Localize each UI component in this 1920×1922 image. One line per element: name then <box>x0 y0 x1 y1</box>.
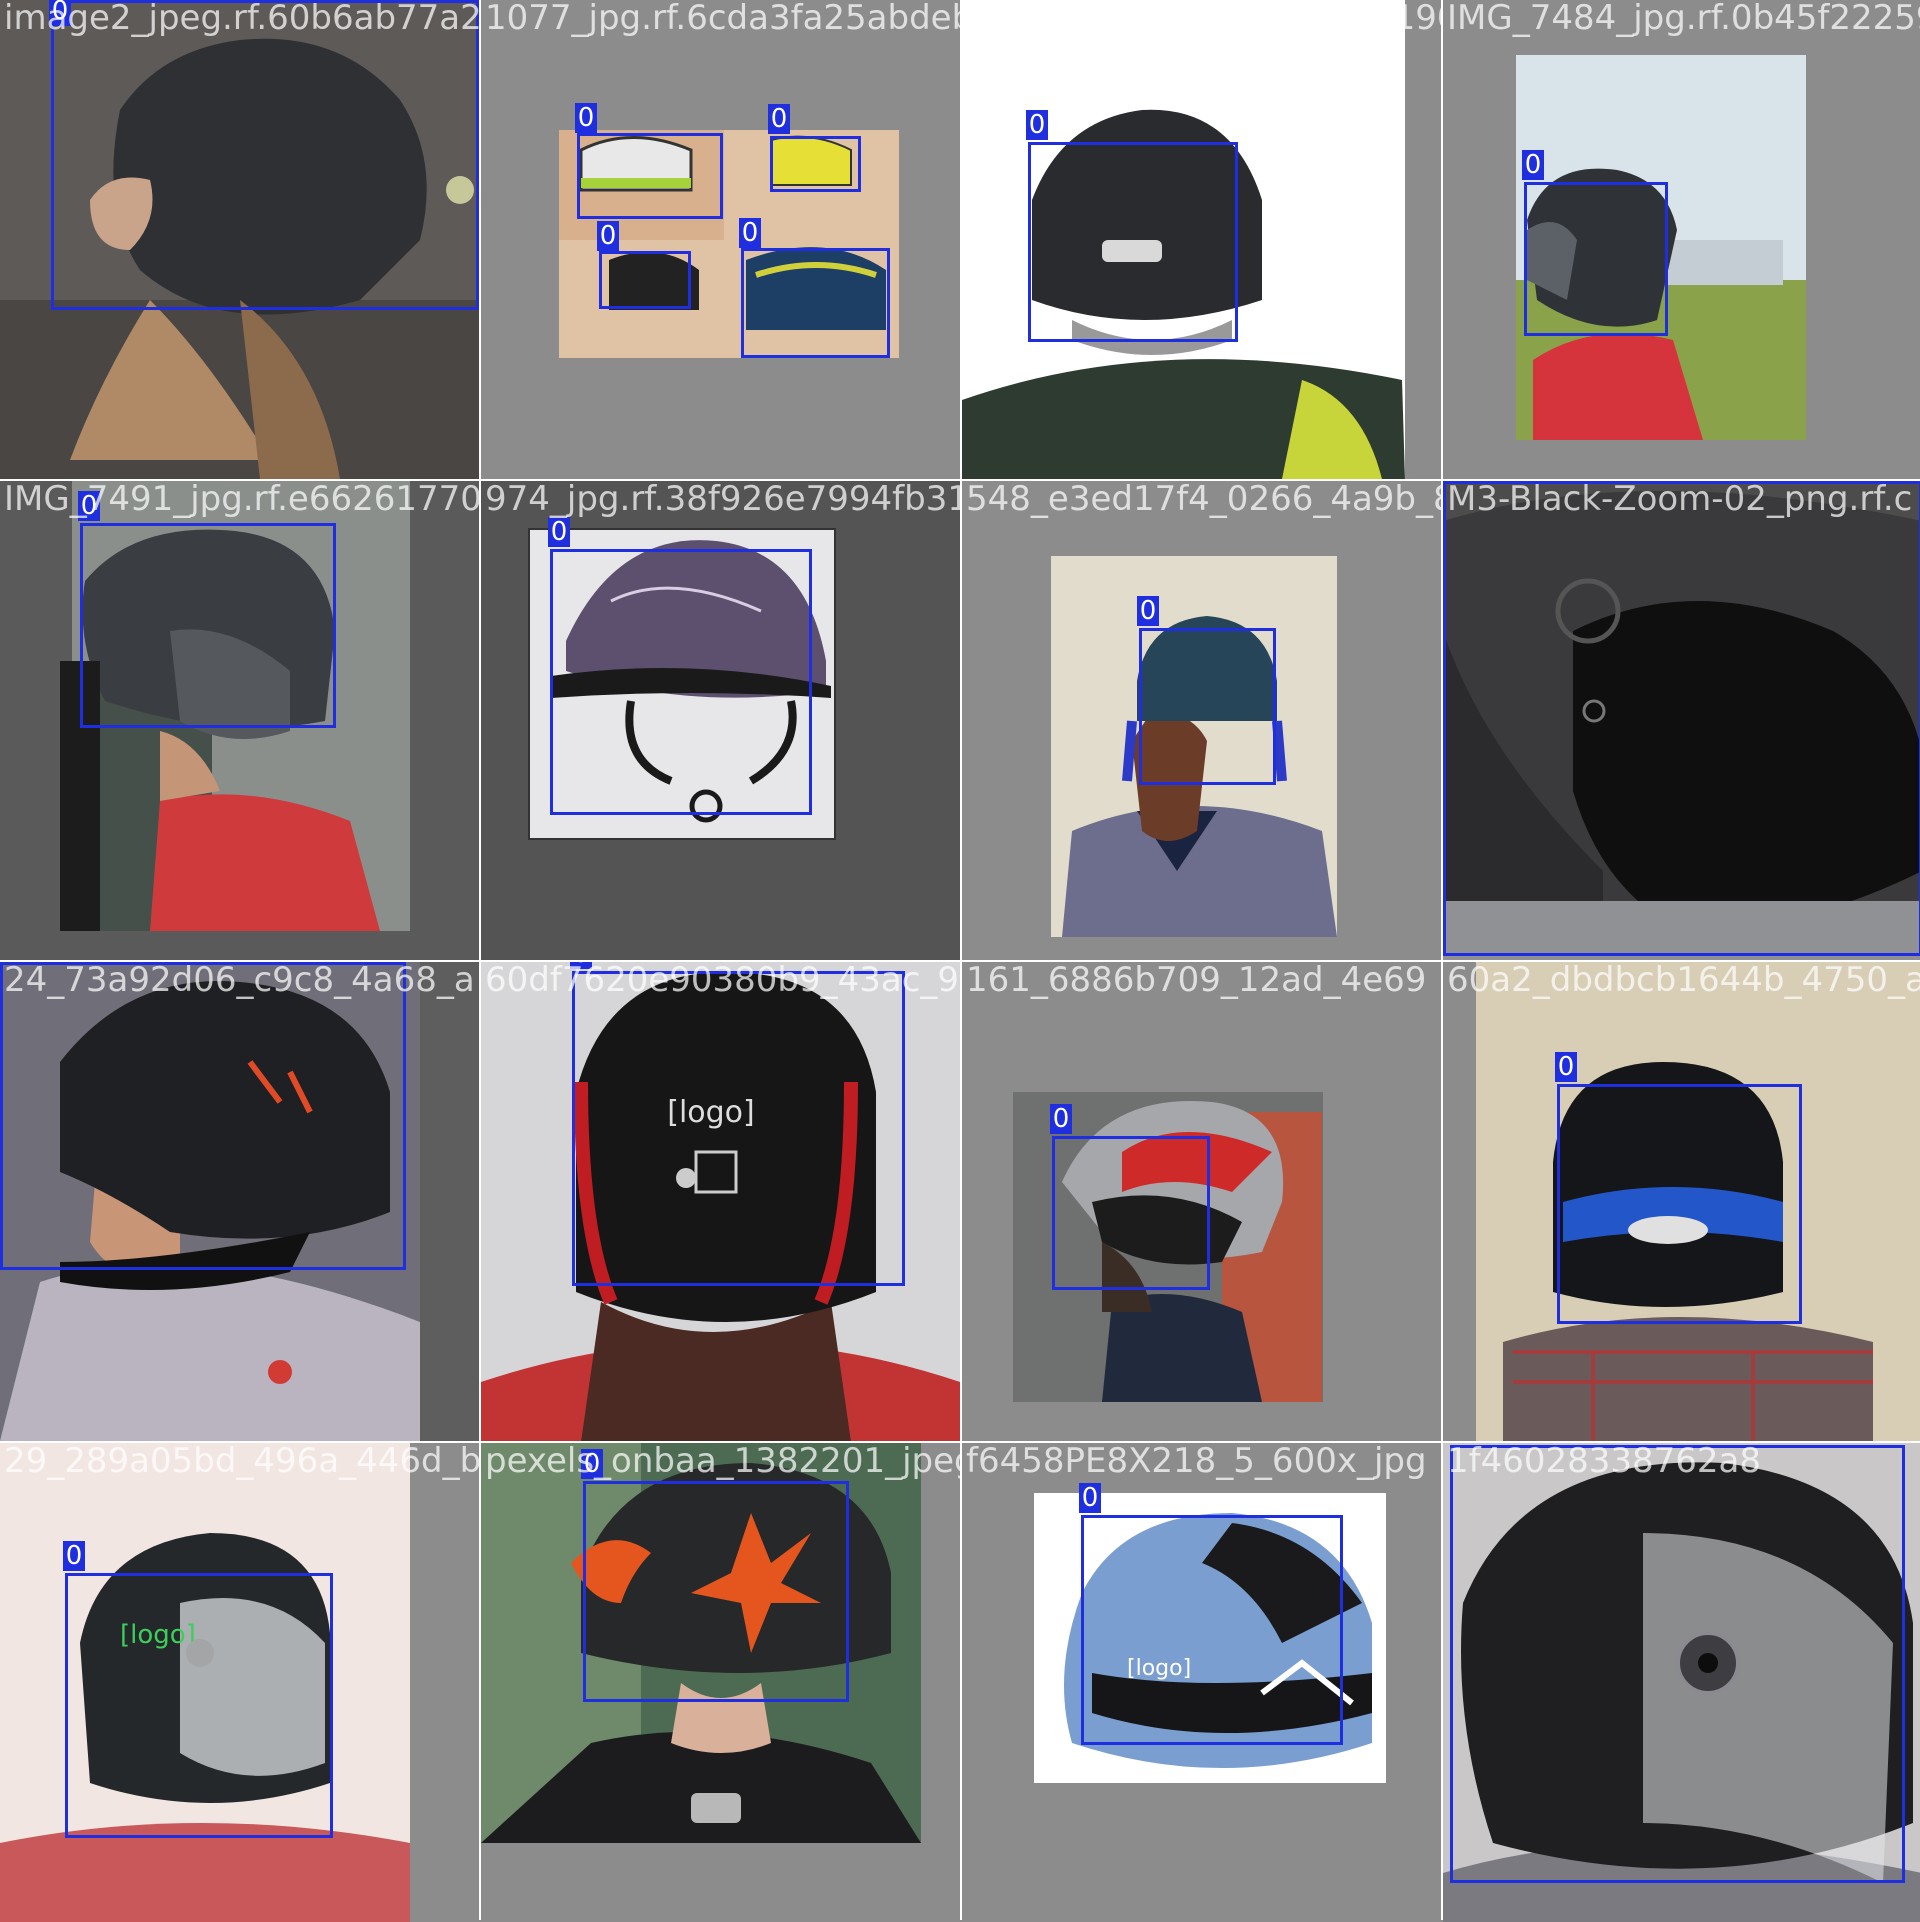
bbox <box>741 248 890 358</box>
bbox <box>1081 1515 1343 1745</box>
bbox <box>65 1573 333 1838</box>
bbox <box>1139 628 1276 785</box>
tile-15: [logo] 0 f6458PE8X218_5_600x_jpg <box>962 1443 1441 1922</box>
bbox <box>80 523 336 728</box>
tile-2: 0 0 0 0 1077_jpg.rf.6cda3fa25abdeb85 <box>481 0 960 479</box>
tile-16: 0 1f46028338762a8 <box>1443 1443 1920 1922</box>
bbox <box>1052 1136 1210 1290</box>
helmet-photo-4 <box>1443 0 1920 479</box>
class-label: 0 <box>597 221 619 251</box>
tile-9: 0 24_73a92d06_c9c8_4a68_a <box>0 962 479 1441</box>
tile-5: 0 IMG_7491_jpg.rf.e662617709 <box>0 481 479 960</box>
class-label: 0 <box>575 103 597 133</box>
detection-mosaic: 0 image2_jpeg.rf.60b6ab77a2a 0 0 0 0 107… <box>0 0 1920 1922</box>
bbox <box>583 1481 849 1702</box>
tile-4: 0 IMG_7484_jpg.rf.0b45f22259 <box>1443 0 1920 479</box>
class-label: 0 <box>1137 596 1159 626</box>
class-label: 0 <box>1522 150 1544 180</box>
class-label: 0 <box>570 962 592 969</box>
tile-12: 0 60a2_dbdbcb1644b_4750_a <box>1443 962 1920 1441</box>
bbox <box>1557 1084 1802 1324</box>
class-label: 0 <box>548 517 570 547</box>
bbox <box>1028 142 1238 342</box>
class-label: 0 <box>581 1449 603 1479</box>
class-label: 0 <box>1026 110 1048 140</box>
tile-6: 0 974_jpg.rf.38f926e7994fb31bb <box>481 481 960 960</box>
helmet-photo-2 <box>481 0 960 479</box>
grid-divider-h <box>0 1441 1920 1443</box>
class-label: 0 <box>49 0 71 26</box>
class-label: 0 <box>739 218 761 248</box>
grid-divider-h <box>0 960 1920 962</box>
bbox <box>577 133 723 219</box>
grid-divider-h <box>0 479 1920 481</box>
tile-8: 0 M3-Black-Zoom-02_png.rf.c <box>1443 481 1920 960</box>
bbox <box>599 251 691 309</box>
tile-14: 0 pexels_onbaa_1382201_jpeg <box>481 1443 960 1922</box>
class-label: 0 <box>63 1541 85 1571</box>
tile-1: 0 image2_jpeg.rf.60b6ab77a2a <box>0 0 479 479</box>
bbox <box>550 549 812 815</box>
class-label: 0 <box>1050 1104 1072 1134</box>
class-label: 0 <box>78 491 100 521</box>
bbox <box>51 0 479 310</box>
tile-13: [logo] 0 29_289a05bd_496a_446d_b <box>0 1443 479 1922</box>
class-label: 0 <box>1555 1052 1577 1082</box>
tile-10: [logo] 0 60df7620e90380b9_43ac_9b <box>481 962 960 1441</box>
bbox <box>1443 481 1920 956</box>
tile-3: 0 954_e3d291fa6e_a245_4190 <box>962 0 1441 479</box>
class-label: 0 <box>1079 1483 1101 1513</box>
bbox <box>0 962 406 1270</box>
bbox <box>1524 182 1668 336</box>
tile-11: 0 161_6886b709_12ad_4e69 <box>962 962 1441 1441</box>
tile-7: 0 548_e3ed17f4_0266_4a9b_81 <box>962 481 1441 960</box>
bbox <box>770 136 861 192</box>
class-label: 0 <box>768 104 790 134</box>
bbox <box>1450 1445 1905 1883</box>
bbox <box>572 971 905 1286</box>
